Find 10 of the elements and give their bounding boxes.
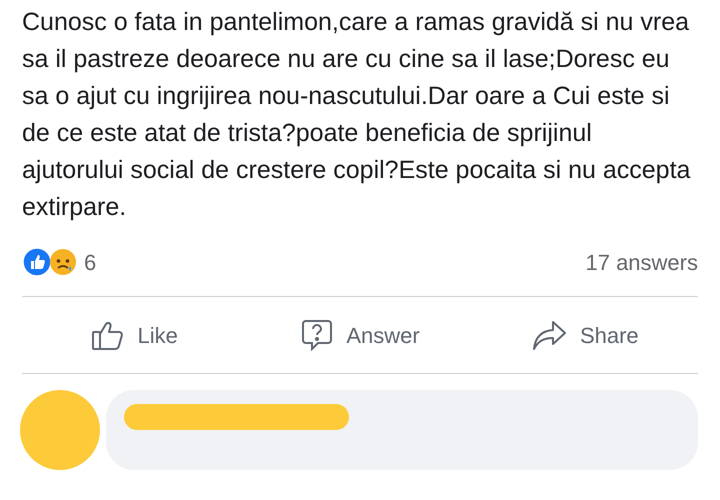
sad-reaction-icon <box>48 247 78 277</box>
like-reaction-icon <box>22 247 52 277</box>
answers-count[interactable]: 17 answers <box>585 246 698 278</box>
question-bubble-icon <box>300 318 334 352</box>
like-button[interactable]: Like <box>22 310 248 360</box>
share-button[interactable]: Share <box>472 310 698 360</box>
share-icon <box>532 318 568 352</box>
post-text: Cunosc o fata in pantelimon,care a ramas gravidă si nu vrea sa il pastreze deoarece nu are cu cine sa il lase;Doresc eu sa o ajut cu ingrijirea nou-nascutului.Dar oare a Cui este si de ce este atat de trista?poate beneficia de sprijinul ajutorului social de crestere copil?Este pocaita si nu accepta extirpare. <box>22 7 692 223</box>
answer-button[interactable]: Answer <box>247 310 473 360</box>
reaction-count[interactable]: 6 <box>84 246 96 278</box>
